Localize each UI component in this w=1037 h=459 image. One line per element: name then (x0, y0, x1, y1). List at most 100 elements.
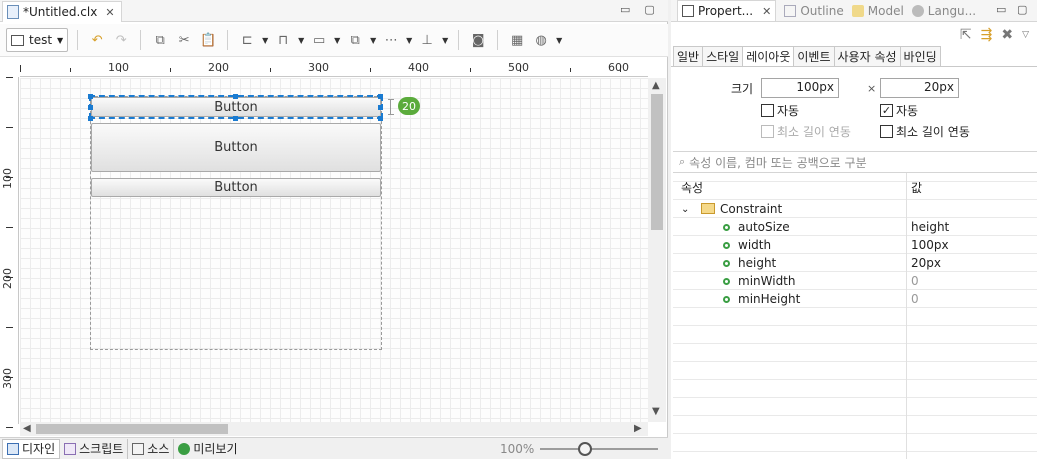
table-row[interactable]: minWidth 0 (673, 272, 1037, 290)
close-icon[interactable]: ✕ (105, 6, 114, 19)
maximize-icon[interactable]: ▢ (1017, 3, 1027, 16)
auto-width-checkbox[interactable]: 자동 (761, 102, 799, 119)
resize-handle[interactable] (88, 105, 93, 110)
distribute-icon[interactable]: ⋯ (381, 30, 401, 50)
chevron-down-icon[interactable]: ▽ (1022, 30, 1029, 40)
globe-icon[interactable]: ◍ (531, 30, 551, 50)
vertical-scrollbar[interactable]: ▲ ▼ (648, 78, 666, 422)
anchor-icon[interactable]: ⊥ (417, 30, 437, 50)
canvas-button[interactable]: Button (91, 178, 381, 197)
model-icon (851, 4, 864, 17)
form-selector-combo[interactable]: test ▼ (6, 28, 69, 52)
resize-handle[interactable] (88, 94, 93, 99)
checkbox-box[interactable] (761, 104, 774, 117)
search-input-placeholder[interactable]: 속성 이름, 컴마 또는 공백으로 구분 (689, 154, 866, 171)
tab-model[interactable]: Model (851, 4, 904, 18)
ruler-tick (470, 68, 471, 72)
editor-tab-untitled[interactable]: *Untitled.clx ✕ (2, 1, 122, 22)
tab-source[interactable]: 소스 (128, 438, 175, 459)
chevron-down-icon[interactable]: ▼ (405, 36, 413, 45)
scroll-left-icon[interactable]: ◀ (23, 423, 31, 434)
tab-language[interactable]: Langu... (911, 4, 976, 18)
chevron-down-icon[interactable]: ▼ (297, 36, 305, 45)
minimize-icon[interactable]: ▭ (620, 3, 630, 16)
chevron-down-icon[interactable]: ▼ (261, 36, 269, 45)
tab-binding[interactable]: 바인딩 (900, 46, 941, 67)
same-size-icon[interactable]: ▭ (309, 30, 329, 50)
copy-icon[interactable]: ⧉ (150, 30, 170, 50)
chevron-down-icon[interactable]: ▼ (441, 36, 449, 45)
cut-icon[interactable]: ✂ (174, 30, 194, 50)
min-width-link-checkbox[interactable]: 최소 길이 연동 (761, 123, 851, 140)
tab-layout[interactable]: 레이아웃 (743, 46, 795, 67)
table-row[interactable]: height 20px (673, 254, 1037, 272)
scrollbar-thumb[interactable] (651, 94, 663, 230)
ruler-label: 500 (508, 61, 529, 74)
tab-style[interactable]: 스타일 (703, 46, 744, 67)
design-icon (7, 442, 19, 455)
chevron-down-icon[interactable]: ▼ (369, 36, 377, 45)
group-row-constraint[interactable]: ⌄ Constraint (673, 200, 1037, 218)
auto-height-checkbox[interactable]: ✓ 자동 (880, 102, 918, 119)
zoom-slider[interactable] (540, 442, 658, 456)
tab-events[interactable]: 이벤트 (794, 46, 835, 67)
align-top-icon[interactable]: ⊓ (273, 30, 293, 50)
scrollbar-thumb[interactable] (36, 424, 228, 434)
scroll-right-icon[interactable]: ▶ (634, 423, 642, 434)
resize-handle[interactable] (378, 105, 383, 110)
resize-handle[interactable] (233, 116, 238, 121)
property-value[interactable]: 0 (911, 274, 919, 288)
maximize-icon[interactable]: ▢ (644, 3, 654, 16)
align-left-icon[interactable]: ⊏ (237, 30, 257, 50)
tab-preview[interactable]: 미리보기 (174, 439, 241, 459)
property-value[interactable]: 100px (911, 238, 949, 252)
chevron-down-icon[interactable]: ▼ (333, 36, 341, 45)
folder-icon (701, 203, 715, 214)
width-field[interactable]: 100px (761, 78, 839, 98)
canvas-button[interactable]: Button (91, 123, 381, 172)
close-icon[interactable]: ✕ (762, 5, 771, 18)
height-field[interactable]: 20px (880, 78, 959, 98)
camera-icon[interactable]: ◙ (468, 30, 488, 50)
chevron-down-icon[interactable]: ▼ (555, 36, 563, 45)
tab-general[interactable]: 일반 (673, 46, 704, 67)
export-icon[interactable]: ⇱ (960, 27, 972, 43)
paste-icon[interactable]: 📋 (198, 30, 218, 50)
tab-outline[interactable]: Outline (784, 4, 844, 18)
tab-script[interactable]: 스크립트 (60, 438, 129, 459)
resize-handle[interactable] (233, 94, 238, 99)
undo-icon[interactable]: ↶ (87, 30, 107, 50)
zoom-slider-knob[interactable] (578, 442, 592, 456)
property-value[interactable]: height (911, 220, 949, 234)
table-row[interactable]: minHeight 0 (673, 290, 1037, 308)
resize-handle[interactable] (378, 94, 383, 99)
table-row[interactable]: autoSize height (673, 218, 1037, 236)
property-name: width (723, 238, 771, 252)
toolbar-separator (140, 30, 142, 50)
resize-handle[interactable] (378, 116, 383, 121)
chevron-down-icon[interactable]: ⌄ (681, 204, 689, 215)
min-height-link-checkbox[interactable]: 최소 길이 연동 (880, 123, 970, 140)
tab-design[interactable]: 디자인 (2, 438, 61, 459)
tab-user-attributes[interactable]: 사용자 속성 (834, 46, 901, 67)
minimize-icon[interactable]: ▭ (996, 3, 1006, 16)
checkbox-box[interactable] (761, 125, 774, 138)
scroll-up-icon[interactable]: ▲ (652, 80, 660, 91)
property-value[interactable]: 0 (911, 292, 919, 306)
tab-properties[interactable]: Propert... ✕ (677, 0, 777, 21)
property-value[interactable]: 20px (911, 256, 941, 270)
property-search[interactable]: ⌕ 속성 이름, 컴마 또는 공백으로 구분 (673, 151, 1037, 173)
table-row[interactable]: width 100px (673, 236, 1037, 254)
redo-icon[interactable]: ↷ (111, 30, 131, 50)
sort-icon[interactable]: ⇶ (981, 27, 993, 43)
delete-icon[interactable]: ✖ (1001, 27, 1013, 43)
checkbox-box[interactable] (880, 125, 893, 138)
horizontal-scrollbar[interactable]: ◀ ▶ (20, 422, 648, 436)
group-icon[interactable]: ⧉ (345, 30, 365, 50)
qr-code-icon[interactable]: ▦ (507, 30, 527, 50)
checkbox-box[interactable]: ✓ (880, 104, 893, 117)
resize-handle[interactable] (88, 116, 93, 121)
min-height-link-label: 최소 길이 연동 (896, 125, 970, 139)
scroll-down-icon[interactable]: ▼ (652, 406, 660, 417)
design-canvas[interactable]: Button 20 Button Button (20, 78, 648, 422)
